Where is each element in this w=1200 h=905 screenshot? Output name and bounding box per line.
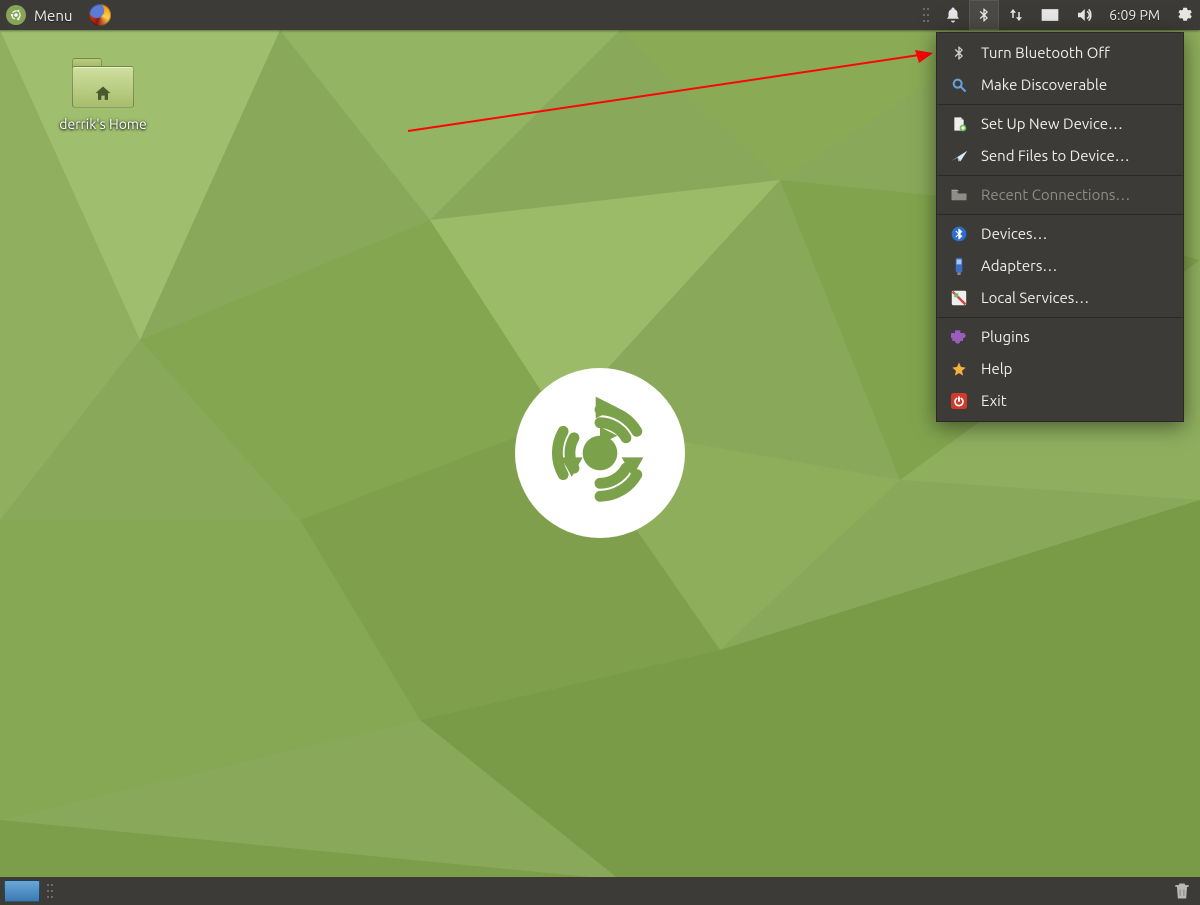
document-add-icon (949, 114, 969, 134)
network-indicator[interactable] (999, 0, 1033, 30)
notifications-indicator[interactable] (937, 0, 969, 30)
menu-item-label: Help (981, 359, 1012, 379)
menu-item-label: Make Discoverable (981, 75, 1107, 95)
session-indicator[interactable] (1168, 0, 1200, 30)
bell-icon (944, 6, 962, 24)
clock[interactable]: 6:09 PM (1101, 0, 1168, 30)
menu-item[interactable]: Set Up New Device… (937, 108, 1183, 140)
firefox-launcher[interactable] (82, 0, 118, 30)
menu-item[interactable]: Help (937, 353, 1183, 385)
menu-item[interactable]: Make Discoverable (937, 69, 1183, 101)
folder-icon (949, 185, 969, 205)
menu-button[interactable]: Menu (0, 0, 82, 30)
menu-item-label: Set Up New Device… (981, 114, 1123, 134)
bluetooth-icon (976, 5, 992, 25)
updown-arrows-icon (1006, 6, 1026, 24)
gear-icon (1175, 6, 1193, 24)
menu-item[interactable]: Devices… (937, 218, 1183, 250)
menu-item[interactable]: Send Files to Device… (937, 140, 1183, 172)
home-folder-desktop-icon[interactable]: derrik's Home (43, 58, 163, 132)
menu-separator (937, 214, 1183, 215)
mate-logo (515, 368, 685, 538)
power-icon (949, 391, 969, 411)
volume-icon (1074, 6, 1094, 24)
bluetooth-menu: Turn Bluetooth Off Make Discoverable Set U… (936, 32, 1184, 422)
menu-item-label: Recent Connections… (981, 185, 1130, 205)
search-icon (949, 75, 969, 95)
menu-item-label: Send Files to Device… (981, 146, 1130, 166)
top-panel: Menu 6:09 PM (0, 0, 1200, 30)
menu-label: Menu (34, 7, 72, 24)
show-desktop-button[interactable] (4, 880, 40, 902)
menu-item-label: Devices… (981, 224, 1048, 244)
menu-item[interactable]: Exit (937, 385, 1183, 417)
menu-item[interactable]: Turn Bluetooth Off (937, 37, 1183, 69)
bluetooth-icon (949, 43, 969, 63)
sound-indicator[interactable] (1067, 0, 1101, 30)
menu-item-label: Exit (981, 391, 1007, 411)
plugin-icon (949, 327, 969, 347)
menu-item: Recent Connections… (937, 179, 1183, 211)
firefox-icon (89, 4, 111, 26)
menu-separator (937, 175, 1183, 176)
panel-grip[interactable] (915, 0, 937, 30)
menu-item[interactable]: Local Services… (937, 282, 1183, 314)
menu-item-label: Plugins (981, 327, 1030, 347)
menu-item[interactable]: Adapters… (937, 250, 1183, 282)
menu-separator (937, 317, 1183, 318)
menu-separator (937, 104, 1183, 105)
menu-item-label: Adapters… (981, 256, 1057, 276)
menu-item-label: Turn Bluetooth Off (981, 43, 1110, 63)
mail-indicator[interactable] (1033, 0, 1067, 30)
distributor-logo-icon (6, 5, 26, 25)
menu-item-label: Local Services… (981, 288, 1089, 308)
menu-item[interactable]: Plugins (937, 321, 1183, 353)
trash-applet[interactable] (1170, 879, 1194, 903)
home-folder-label: derrik's Home (43, 116, 163, 132)
services-icon (949, 288, 969, 308)
envelope-icon (1040, 7, 1060, 23)
panel-grip[interactable] (40, 877, 61, 905)
star-icon (949, 359, 969, 379)
trash-icon (1172, 880, 1192, 902)
send-icon (949, 146, 969, 166)
bluetooth-badge-icon (949, 224, 969, 244)
bottom-panel (0, 877, 1200, 905)
adapter-icon (949, 256, 969, 276)
bluetooth-indicator[interactable] (969, 0, 999, 30)
